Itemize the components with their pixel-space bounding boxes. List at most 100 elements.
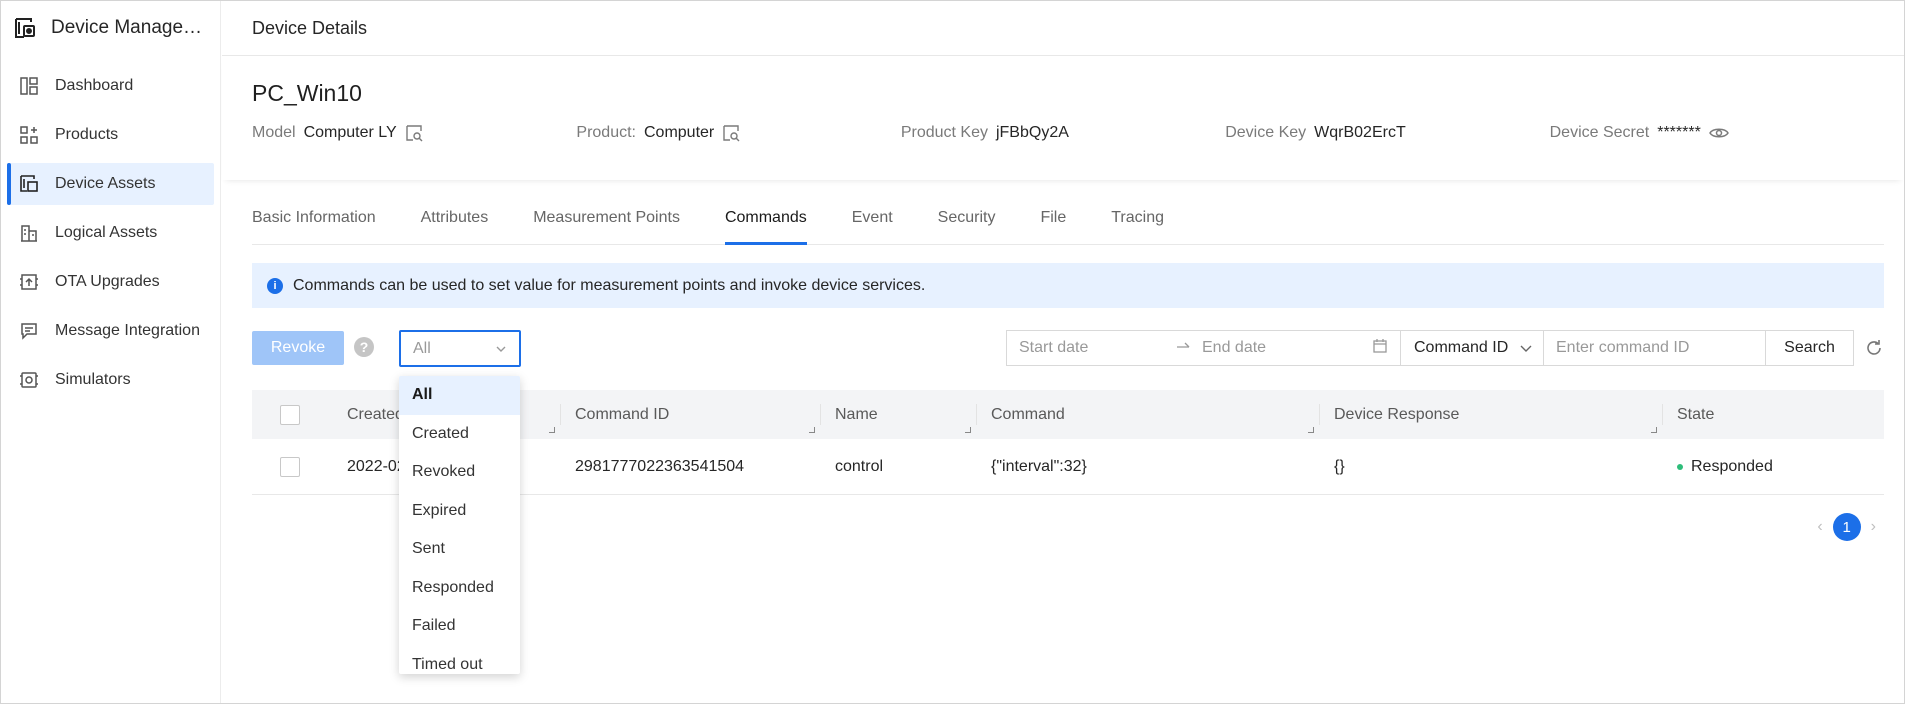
start-date-input[interactable]: Start date [1019, 339, 1176, 357]
help-icon[interactable]: ? [354, 337, 374, 357]
select-all-checkbox[interactable] [280, 404, 300, 425]
products-icon [19, 125, 39, 145]
simulator-icon [19, 370, 39, 390]
dropdown-option-all[interactable]: All [399, 376, 520, 415]
dashboard-icon [19, 76, 39, 96]
state-filter-value: All [413, 339, 431, 357]
prev-page-icon[interactable]: ‹ [1817, 518, 1822, 536]
dropdown-option-responded[interactable]: Responded [399, 569, 520, 608]
sidebar-item-label: Simulators [55, 371, 131, 388]
device-key-value: WqrB02ErcT [1314, 124, 1406, 141]
sidebar-item-message-integration[interactable]: Message Integration [7, 310, 214, 352]
device-meta-row: Model Computer LY Product: Computer Prod… [252, 124, 1874, 142]
device-key-label: Device Key [1225, 124, 1307, 141]
tab-file[interactable]: File [1040, 197, 1066, 244]
page-title: Device Details [252, 17, 368, 38]
app-window: Device Management Dashboard Products Dev… [0, 0, 1905, 704]
calendar-icon[interactable] [1372, 338, 1388, 359]
info-notice: i Commands can be used to set value for … [252, 263, 1884, 308]
search-field-select[interactable]: Command ID [1401, 330, 1544, 366]
arrow-right-icon [1176, 339, 1190, 357]
tab-attributes[interactable]: Attributes [421, 197, 489, 244]
end-date-input[interactable]: End date [1202, 339, 1372, 357]
search-filters: Start date End date Command ID Enter com… [1006, 330, 1884, 366]
device-assets-icon [19, 174, 39, 194]
view-model-icon[interactable] [405, 124, 423, 142]
cell-name: control [835, 457, 884, 475]
notice-text: Commands can be used to set value for me… [293, 276, 926, 294]
product-key-value: jFBbQy2A [995, 124, 1069, 141]
tab-security[interactable]: Security [938, 197, 996, 244]
meta-model: Model Computer LY [252, 124, 576, 142]
main-content: Device Details PC_Win10 Model Computer L… [222, 1, 1904, 703]
sidebar-item-label: Message Integration [55, 322, 200, 339]
sidebar: Device Management Dashboard Products Dev… [1, 1, 221, 703]
status-text: Responded [1691, 457, 1773, 475]
device-name: PC_Win10 [252, 80, 362, 106]
cell-command-id: 2981777022363541504 [575, 457, 745, 475]
pagination: ‹ 1 › [1817, 513, 1876, 541]
state-filter-dropdown: All Created Revoked Expired Sent Respond… [399, 376, 520, 674]
search-field-value: Command ID [1414, 339, 1509, 356]
sidebar-item-logical-assets[interactable]: Logical Assets [7, 212, 214, 254]
tab-commands[interactable]: Commands [724, 197, 807, 245]
message-icon [19, 321, 39, 341]
meta-product: Product: Computer [576, 124, 900, 142]
sidebar-item-products[interactable]: Products [7, 114, 214, 156]
tab-tracing[interactable]: Tracing [1111, 197, 1164, 244]
date-range-picker[interactable]: Start date End date [1006, 330, 1401, 366]
logical-assets-icon [19, 223, 39, 243]
brand: Device Management [1, 1, 220, 55]
product-key-label: Product Key [900, 124, 988, 141]
cell-command: {"interval":32} [991, 457, 1087, 475]
dropdown-option-expired[interactable]: Expired [399, 492, 520, 531]
product-value: Computer [644, 124, 715, 141]
dropdown-option-created[interactable]: Created [399, 415, 520, 454]
commands-toolbar: Revoke ? All Start date End date Command… [252, 330, 1884, 367]
row-checkbox[interactable] [280, 456, 300, 477]
col-command[interactable]: Command [976, 390, 1319, 439]
tab-event[interactable]: Event [852, 197, 893, 244]
sidebar-item-dashboard[interactable]: Dashboard [7, 65, 214, 107]
sidebar-item-label: Logical Assets [55, 224, 158, 241]
status-dot [1677, 463, 1683, 470]
search-button[interactable]: Search [1766, 330, 1854, 366]
page-header: Device Details [222, 1, 1904, 56]
sidebar-item-label: OTA Upgrades [55, 273, 160, 290]
dropdown-option-timed-out[interactable]: Timed out [399, 646, 520, 675]
col-command-id[interactable]: Command ID [560, 390, 820, 439]
eye-icon[interactable] [1708, 125, 1729, 141]
dropdown-option-revoked[interactable]: Revoked [399, 453, 520, 492]
col-name[interactable]: Name [820, 390, 976, 439]
tab-measurement-points[interactable]: Measurement Points [533, 197, 680, 244]
sidebar-item-label: Device Assets [55, 175, 156, 192]
chevron-down-icon [495, 342, 507, 360]
meta-product-key: Product Key jFBbQy2A [901, 124, 1225, 142]
device-summary: PC_Win10 Model Computer LY Product: Comp… [222, 56, 1904, 180]
revoke-button[interactable]: Revoke [252, 331, 344, 365]
device-management-logo-icon [13, 16, 37, 40]
command-id-input[interactable] [1544, 330, 1766, 366]
ota-icon [19, 272, 39, 292]
model-label: Model [252, 124, 296, 141]
next-page-icon[interactable]: › [1871, 518, 1876, 536]
sidebar-item-label: Products [55, 126, 119, 143]
page-number-current[interactable]: 1 [1832, 513, 1861, 541]
state-filter-select[interactable]: All [399, 330, 521, 367]
sidebar-item-device-assets[interactable]: Device Assets [7, 163, 214, 205]
tab-basic-information[interactable]: Basic Information [252, 197, 376, 244]
dropdown-option-sent[interactable]: Sent [399, 530, 520, 569]
meta-device-secret: Device Secret ******* [1550, 124, 1874, 142]
row-select-cell [252, 439, 330, 494]
col-device-response[interactable]: Device Response [1319, 390, 1662, 439]
sidebar-item-simulators[interactable]: Simulators [7, 359, 214, 401]
view-product-icon[interactable] [722, 124, 740, 142]
meta-device-key: Device Key WqrB02ErcT [1225, 124, 1549, 142]
dropdown-option-failed[interactable]: Failed [399, 607, 520, 646]
device-secret-label: Device Secret [1549, 124, 1650, 141]
refresh-icon[interactable] [1864, 338, 1884, 358]
sidebar-item-ota-upgrades[interactable]: OTA Upgrades [7, 261, 214, 303]
col-state[interactable]: State [1662, 390, 1884, 439]
sidebar-item-label: Dashboard [55, 77, 134, 94]
tab-bar: Basic Information Attributes Measurement… [252, 197, 1884, 245]
